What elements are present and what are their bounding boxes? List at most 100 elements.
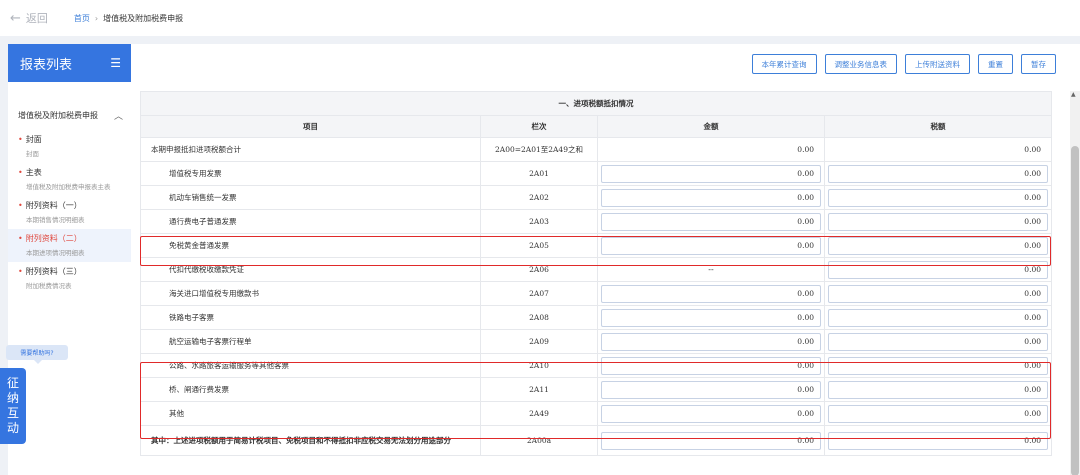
item-label: 代扣代缴税收缴款凭证 [140, 257, 481, 282]
table-row: 其中：上述进项税额用于简易计税项目、免税项目和不得抵扣非应税交易无法划分用途部分… [140, 425, 1052, 456]
bullet-icon: • [18, 267, 23, 276]
help-tooltip[interactable]: 需要帮助吗? [6, 345, 68, 364]
input-tax-table-wrap: 一、进项税额抵扣情况 项目 栏次 金额 税额 本期申报抵扣进项税额合计 2A00=… [140, 91, 1052, 456]
breadcrumb-home[interactable]: 首页 [74, 13, 90, 24]
tax-interaction-button[interactable]: 征纳互动 [0, 368, 26, 444]
sidebar-item-text: 主表 [25, 168, 42, 177]
float-button-char: 互 [6, 406, 19, 420]
table-row: 机动车销售统一发票 2A02 0.00 0.00 [140, 185, 1052, 210]
tax-input[interactable]: 0.00 [828, 284, 1048, 303]
tax-input[interactable]: 0.00 [828, 308, 1048, 327]
sidebar-item-2[interactable]: • 附列资料（一） 本期销售情况明细表 [8, 196, 131, 229]
scroll-up-icon[interactable]: ▲ [1071, 91, 1076, 98]
item-label: 通行费电子普通发票 [140, 209, 481, 234]
amount-input[interactable]: 0.00 [601, 431, 821, 450]
sidebar-item-0[interactable]: • 封面 封面 [8, 130, 131, 163]
input-tax-table: 一、进项税额抵扣情况 项目 栏次 金额 税额 本期申报抵扣进项税额合计 2A00=… [140, 91, 1052, 456]
tax-input[interactable]: 0.00 [828, 212, 1048, 231]
table-row: 公路、水路旅客运输服务等其他客票 2A10 0.00 0.00 [140, 353, 1052, 378]
scrollbar[interactable]: ▲ [1070, 91, 1080, 475]
amount-input[interactable]: 0.00 [601, 404, 821, 423]
item-label: 海关进口增值税专用缴款书 [140, 281, 481, 306]
amount-input[interactable]: 0.00 [601, 380, 821, 399]
amount-input[interactable]: 0.00 [601, 284, 821, 303]
amount-cell: 0.00 [597, 305, 825, 330]
amount-cell: 0.00 [597, 425, 825, 456]
tax-input[interactable]: 0.00 [828, 260, 1048, 279]
adjust-info-button[interactable]: 调整业务信息表 [824, 54, 897, 74]
table-row: 海关进口增值税专用缴款书 2A07 0.00 0.00 [140, 281, 1052, 306]
amount-value: 0.00 [597, 137, 825, 162]
sidebar-item-1[interactable]: • 主表 增值税及附加税费申报表主表 [8, 163, 131, 196]
header-tax: 税额 [824, 115, 1052, 138]
code-label: 2A02 [480, 185, 598, 210]
code-label: 2A03 [480, 209, 598, 234]
sidebar-group-label: 增值税及附加税费申报 [18, 110, 98, 120]
amount-input[interactable]: 0.00 [601, 332, 821, 351]
header-amount: 金额 [597, 115, 825, 138]
table-row: 通行费电子普通发票 2A03 0.00 0.00 [140, 209, 1052, 234]
amount-cell: 0.00 [597, 377, 825, 402]
bullet-icon: • [18, 201, 23, 210]
amount-input[interactable]: 0.00 [601, 356, 821, 375]
sidebar-item-4[interactable]: • 附列资料（三） 附加税费情况表 [8, 262, 131, 295]
annual-query-button[interactable]: 本年累计查询 [751, 54, 817, 74]
bullet-icon: • [18, 135, 23, 144]
back-label: 返回 [25, 12, 48, 25]
upload-attachment-button[interactable]: 上传附送资料 [905, 54, 970, 74]
tax-input[interactable]: 0.00 [828, 404, 1048, 423]
item-label: 其他 [140, 401, 481, 426]
sidebar-item-text: 封面 [25, 135, 42, 144]
tax-cell: 0.00 [824, 257, 1052, 282]
sidebar-item-label: • 封面 [18, 134, 125, 145]
float-button-char: 纳 [6, 391, 19, 405]
amount-input[interactable]: 0.00 [601, 308, 821, 327]
tax-cell: 0.00 [824, 401, 1052, 426]
float-button-char: 征 [6, 376, 19, 390]
tax-input[interactable]: 0.00 [828, 356, 1048, 375]
amount-cell: 0.00 [597, 209, 825, 234]
amount-input[interactable]: 0.00 [601, 188, 821, 207]
sidebar-item-sub: 封面 [26, 150, 39, 158]
tax-input[interactable]: 0.00 [828, 164, 1048, 183]
amount-value: -- [597, 257, 825, 282]
amount-input[interactable]: 0.00 [601, 236, 821, 255]
amount-input[interactable]: 0.00 [601, 212, 821, 231]
reset-button[interactable]: 重置 [978, 54, 1013, 74]
arrow-left-icon: ← [10, 10, 21, 26]
tax-value: 0.00 [824, 137, 1052, 162]
item-label: 免税黄金普通发票 [140, 233, 481, 258]
tax-cell: 0.00 [824, 185, 1052, 210]
back-button[interactable]: ← 返回 [10, 10, 48, 26]
item-label: 桥、闸通行费发票 [140, 377, 481, 402]
amount-cell: 0.00 [597, 401, 825, 426]
sidebar-title: 报表列表 [20, 57, 73, 73]
top-bar: ← 返回 首页 › 增值税及附加税费申报 [0, 0, 1080, 36]
sidebar-item-label: • 附列资料（一） [18, 200, 125, 211]
sidebar-group-vat[interactable]: 增值税及附加税费申报 ︿ [8, 108, 131, 122]
sidebar-item-text: 附列资料（二） [25, 234, 82, 243]
tax-input[interactable]: 0.00 [828, 236, 1048, 255]
tax-cell: 0.00 [824, 377, 1052, 402]
section-title: 一、进项税额抵扣情况 [140, 91, 1052, 116]
sidebar-nav-list: • 封面 封面 • 主表 增值税及附加税费申报表主表 • 附列资料（一） 本期销售情况明细表 • 附… [8, 130, 131, 295]
tax-cell: 0.00 [824, 233, 1052, 258]
tax-input[interactable]: 0.00 [828, 380, 1048, 399]
save-draft-button[interactable]: 暂存 [1021, 54, 1056, 74]
sidebar-item-label: • 附列资料（三） [18, 266, 125, 277]
breadcrumb-separator: › [94, 13, 99, 23]
item-label: 本期申报抵扣进项税额合计 [140, 137, 481, 162]
tax-input[interactable]: 0.00 [828, 332, 1048, 351]
tax-input[interactable]: 0.00 [828, 431, 1048, 450]
list-icon[interactable]: ☰ [110, 56, 121, 70]
sidebar-item-3[interactable]: • 附列资料（二） 本期进项情况明细表 [8, 229, 131, 262]
amount-input[interactable]: 0.00 [601, 164, 821, 183]
sidebar-item-label: • 主表 [18, 167, 125, 178]
sidebar-item-text: 附列资料（一） [25, 201, 82, 210]
item-label: 增值税专用发票 [140, 161, 481, 186]
item-label: 机动车销售统一发票 [140, 185, 481, 210]
amount-cell: 0.00 [597, 353, 825, 378]
code-label: 2A00a [480, 425, 598, 456]
scrollbar-thumb[interactable] [1071, 146, 1079, 475]
tax-input[interactable]: 0.00 [828, 188, 1048, 207]
